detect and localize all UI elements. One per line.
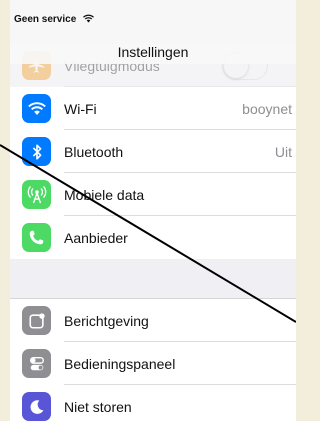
moon-icon [22, 392, 51, 421]
carrier-text: Geen service [14, 14, 77, 25]
status-bar: Geen service [10, 0, 296, 34]
bluetooth-icon [22, 137, 51, 166]
wifi-network-value: booynet [242, 100, 292, 117]
row-label: Aanbieder [64, 229, 128, 246]
row-label: Wi-Fi [64, 100, 97, 117]
phone-icon [22, 223, 51, 252]
row-label: Berichtgeving [64, 312, 149, 329]
bluetooth-status-value: Uit [274, 143, 292, 160]
settings-row-bluetooth[interactable]: Bluetooth Uit [10, 130, 296, 173]
page-title: Instellingen [117, 44, 189, 60]
settings-screen: Geen service Instellingen Vliegtuigmodus [10, 0, 296, 421]
wifi-icon [22, 94, 51, 123]
settings-row-wifi[interactable]: Wi-Fi booynet [10, 87, 296, 130]
settings-list: Vliegtuigmodus Wi-Fi booynet Bluetooth U… [10, 44, 296, 421]
wifi-icon [83, 14, 94, 26]
navigation-bar: Instellingen [10, 34, 296, 64]
settings-row-notifications[interactable]: Berichtgeving [10, 299, 296, 342]
settings-row-mobile-data[interactable]: Mobiele data [10, 173, 296, 216]
row-label: Bedieningspaneel [64, 355, 176, 372]
settings-row-carrier[interactable]: Aanbieder [10, 216, 296, 259]
settings-row-do-not-disturb[interactable]: Niet storen [10, 385, 296, 421]
row-label: Bluetooth [64, 143, 124, 160]
control-center-icon [22, 349, 51, 378]
section-gap [10, 259, 296, 299]
notifications-icon [22, 306, 51, 335]
settings-row-control-center[interactable]: Bedieningspaneel [10, 342, 296, 385]
row-label: Mobiele data [64, 186, 145, 203]
row-label: Niet storen [64, 398, 132, 415]
antenna-icon [22, 180, 51, 209]
